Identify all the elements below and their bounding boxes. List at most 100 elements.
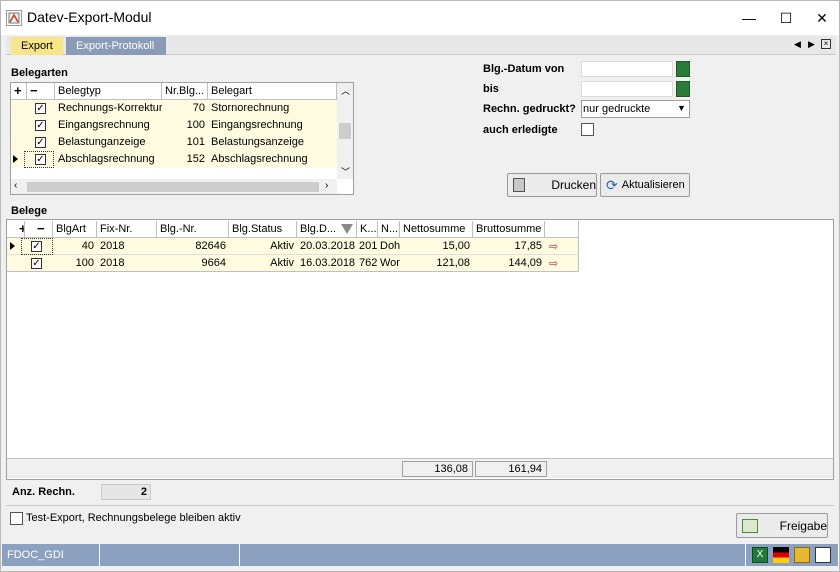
scroll-down-icon[interactable]: ﹀ [341, 165, 350, 178]
open-document-icon[interactable]: ⇨ [549, 240, 558, 253]
drucken-button[interactable]: Drucken [507, 173, 597, 197]
add-row-button[interactable]: + [7, 221, 25, 237]
tab-export-protokoll[interactable]: Export-Protokoll [66, 37, 166, 55]
scroll-thumb[interactable] [339, 123, 351, 139]
cell-blgart: 40 [81, 240, 94, 252]
app-window: Datev-Export-Modul — ☐ ✕ Export Export-P… [0, 0, 840, 572]
datum-bis-field[interactable] [581, 81, 673, 97]
table-row[interactable]: ✓ 100 2018 9664 Aktiv 16.03.2018 762 Wor… [7, 255, 579, 272]
printer-icon [513, 178, 526, 192]
tab-scroll-left-icon[interactable]: ◀ [794, 39, 801, 50]
col-blg-status[interactable]: Blg.Status [229, 221, 297, 237]
cell-status: Aktiv [270, 240, 294, 252]
row-indicator-icon [13, 155, 18, 163]
col-nettosumme[interactable]: Nettosumme [400, 221, 473, 237]
scroll-thumb[interactable] [27, 182, 319, 192]
cell-brutto: 17,85 [514, 240, 542, 252]
tab-scroll-right-icon[interactable]: ▶ [808, 39, 815, 50]
col-fix-nr[interactable]: Fix-Nr. [97, 221, 157, 237]
horizontal-scrollbar[interactable]: ‹ › [11, 179, 337, 194]
chevron-down-icon[interactable]: ▼ [677, 103, 686, 113]
minimize-button[interactable]: — [729, 1, 769, 35]
cell-status: Aktiv [270, 257, 294, 269]
cell-fix-nr: 2018 [100, 257, 125, 269]
cell-fix-nr: 2018 [100, 240, 125, 252]
calendar-icon[interactable] [676, 81, 690, 97]
add-row-button[interactable]: + [11, 83, 27, 99]
table-row-selected[interactable]: ✓ 40 2018 82646 Aktiv 20.03.2018 201 Doh… [7, 238, 579, 255]
tab-export[interactable]: Export [11, 37, 63, 55]
release-icon [742, 518, 758, 533]
gedruckt-value: nur gedruckte [583, 103, 651, 115]
open-document-icon[interactable]: ⇨ [549, 257, 558, 270]
lock-icon[interactable] [794, 547, 810, 563]
row-checkbox[interactable]: ✓ [35, 103, 46, 114]
cell-k: 762 [359, 257, 378, 269]
close-button[interactable]: ✕ [802, 1, 840, 35]
maximize-button[interactable]: ☐ [766, 1, 806, 35]
vertical-scrollbar[interactable]: ︿ ﹀ [337, 83, 353, 179]
table-row[interactable]: ✓ Belastunganzeige 101 Belastungsanzeige [11, 134, 337, 151]
cell-belegart: Belastungsanzeige [211, 136, 304, 148]
col-belegtyp[interactable]: Belegtyp [55, 83, 162, 99]
cell-brutto: 144,09 [508, 257, 542, 269]
gedruckt-select[interactable]: nur gedruckte ▼ [581, 100, 690, 118]
status-segment [240, 544, 746, 566]
remove-row-button[interactable]: − [25, 221, 53, 237]
sum-netto: 136,08 [402, 461, 473, 477]
scroll-left-icon[interactable]: ‹ [14, 180, 17, 191]
belegarten-title: Belegarten [11, 67, 68, 79]
status-icons: X [746, 544, 839, 566]
test-export-label: Test-Export, Rechnungsbelege bleiben akt… [26, 512, 241, 524]
table-row[interactable]: ✓ Rechnungs-Korrektur 70 Stornorechnung [11, 100, 337, 117]
tab-close-icon[interactable]: × [821, 39, 831, 49]
col-n[interactable]: N... [378, 221, 400, 237]
cell-nr: 152 [186, 153, 205, 165]
col-bruttosumme[interactable]: Bruttosumme [473, 221, 545, 237]
freigabe-label: Freigabe [779, 518, 827, 533]
german-flag-icon[interactable] [773, 547, 789, 563]
row-checkbox[interactable]: ✓ [31, 241, 42, 252]
test-export-checkbox[interactable] [10, 512, 23, 525]
remove-row-button[interactable]: − [27, 83, 55, 99]
table-row-selected[interactable]: ✓ Abschlagsrechnung 152 Abschlagsrechnun… [11, 151, 337, 168]
cell-blgart: 100 [75, 257, 94, 269]
freigabe-button[interactable]: Freigabe [736, 513, 828, 538]
row-checkbox[interactable]: ✓ [35, 154, 46, 165]
aktualisieren-label: Aktualisieren [621, 179, 685, 191]
cell-belegtyp: Abschlagsrechnung [58, 153, 155, 165]
col-blgart[interactable]: BlgArt [53, 221, 97, 237]
table-row[interactable]: ✓ Eingangsrechnung 100 Eingangsrechnung [11, 117, 337, 134]
row-checkbox[interactable]: ✓ [35, 120, 46, 131]
cell-blg-nr: 82646 [195, 240, 226, 252]
cell-datum: 20.03.2018 [300, 240, 356, 252]
cell-netto: 15,00 [442, 240, 470, 252]
col-k[interactable]: K... [357, 221, 378, 237]
col-nr-blg[interactable]: Nr.Blg... [162, 83, 208, 99]
calendar-icon[interactable] [676, 61, 690, 77]
tab-strip: Export Export-Protokoll ◀ ▶ × [6, 36, 836, 55]
row-checkbox[interactable]: ✓ [31, 258, 42, 269]
sum-brutto: 161,94 [475, 461, 547, 477]
anz-rechn-label: Anz. Rechn. [12, 486, 75, 498]
row-checkbox[interactable]: ✓ [35, 137, 46, 148]
scroll-right-icon[interactable]: › [325, 180, 328, 191]
cell-belegart: Stornorechnung [211, 102, 290, 114]
scroll-up-icon[interactable]: ︿ [341, 84, 350, 97]
col-belegart[interactable]: Belegart [208, 83, 337, 99]
col-action [545, 221, 579, 237]
filter-icon[interactable] [341, 224, 353, 234]
status-user: FDOC_GDI [2, 544, 100, 566]
datum-von-label: Blg.-Datum von [483, 63, 565, 75]
save-icon[interactable] [815, 547, 831, 563]
aktualisieren-button[interactable]: ⟳ Aktualisieren [600, 173, 690, 197]
app-logo-icon [6, 10, 22, 26]
erledigte-label: auch erledigte [483, 124, 558, 136]
erledigte-checkbox[interactable] [581, 123, 594, 136]
excel-icon[interactable]: X [752, 547, 768, 563]
datum-von-field[interactable] [581, 61, 673, 77]
col-blg-nr[interactable]: Blg.-Nr. [157, 221, 229, 237]
belegarten-grid: + − Belegtyp Nr.Blg... Belegart ✓ Rechnu… [10, 82, 354, 195]
datum-bis-label: bis [483, 83, 499, 95]
belege-title: Belege [11, 205, 48, 217]
